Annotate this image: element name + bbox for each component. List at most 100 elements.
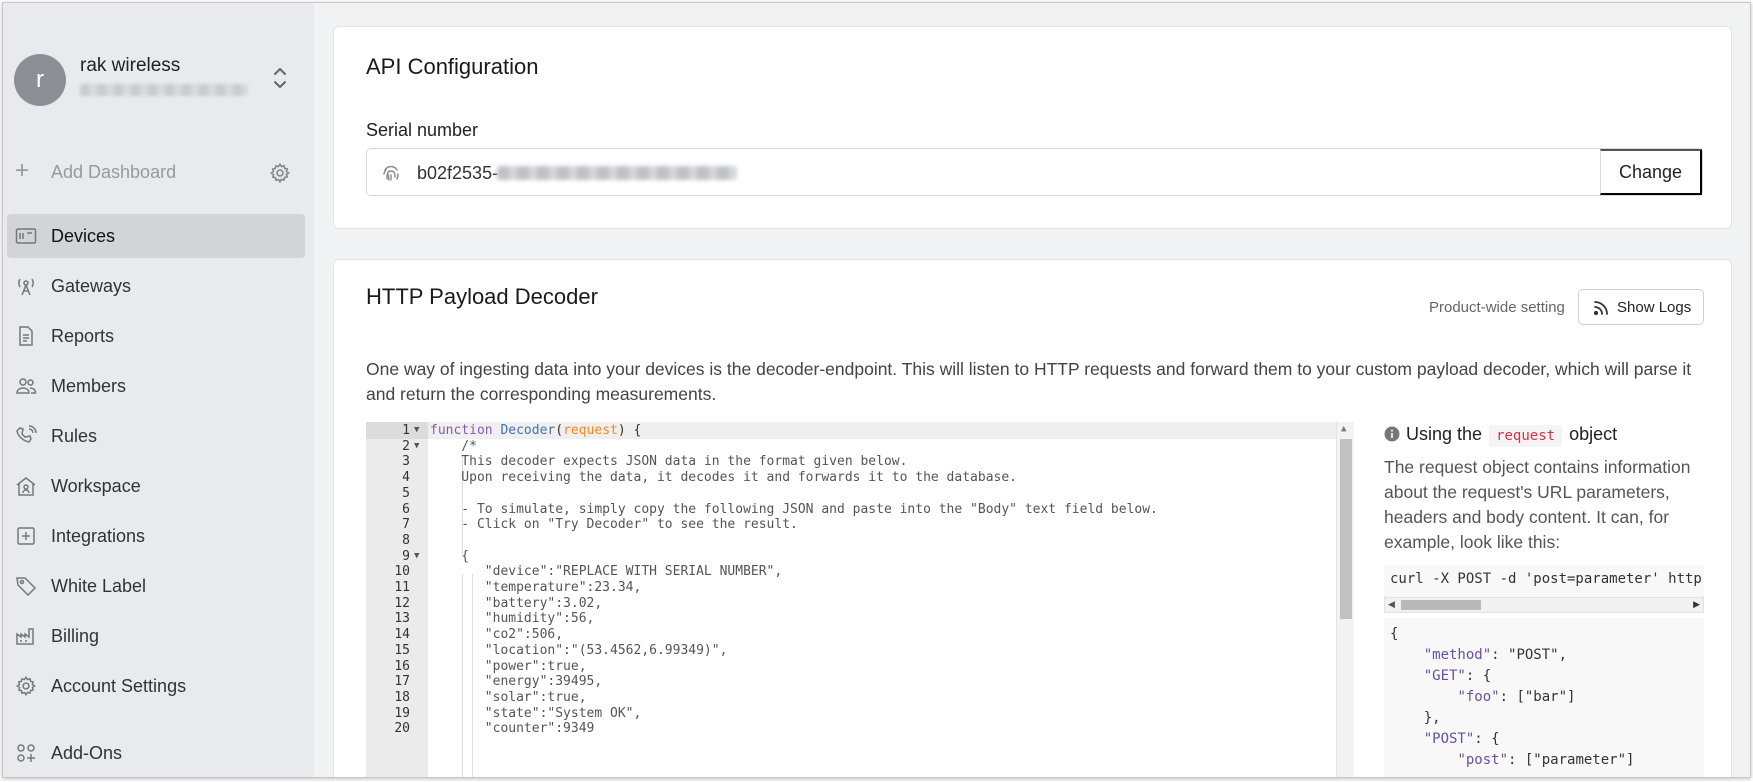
code-text: "device":"REPLACE WITH SERIAL NUMBER", — [430, 564, 783, 579]
info-title-pre: Using the — [1406, 424, 1483, 444]
sidebar-item-label: Rules — [51, 426, 98, 446]
serial-number-field: b02f2535- Change — [366, 148, 1703, 196]
line-number: 11 — [394, 580, 410, 595]
code-line: 5 — [366, 485, 1336, 502]
line-number: 10 — [394, 564, 410, 579]
json-key: "post" — [1457, 752, 1509, 768]
info-text: The request object contains information … — [1384, 457, 1691, 552]
json-line: }, — [1390, 710, 1441, 726]
code-text: "solar":true, — [430, 690, 587, 705]
serial-number-value[interactable]: b02f2535- — [417, 163, 498, 184]
sidebar-item-integrations[interactable]: Integrations — [7, 514, 305, 558]
editor-vertical-scrollbar[interactable]: ▲ — [1336, 422, 1354, 777]
scroll-up-icon[interactable]: ▲ — [1341, 424, 1346, 434]
billing-icon — [16, 628, 34, 645]
change-button[interactable]: Change — [1600, 149, 1702, 195]
code-text: "temperature":23.34, — [430, 580, 642, 595]
sidebar-item-label: White Label — [51, 576, 147, 596]
sidebar-item-label: Gateways — [51, 276, 132, 296]
gear-icon[interactable] — [269, 162, 291, 184]
code-text: This decoder expects JSON data in the fo… — [430, 454, 908, 469]
sidebar-item-account-settings[interactable]: Account Settings — [7, 664, 305, 708]
http-payload-decoder-card: HTTP Payload Decoder Product-wide settin… — [333, 259, 1732, 777]
info-icon — [1384, 426, 1400, 442]
add-ons-icon — [17, 744, 35, 762]
add-dashboard-label: Add Dashboard — [51, 162, 177, 182]
code-line: 8 — [366, 532, 1336, 549]
workspace-icon — [16, 477, 36, 496]
gateway-icon — [18, 278, 34, 296]
sidebar-item-label: Reports — [51, 326, 115, 346]
json-line: { — [1390, 626, 1399, 642]
sidebar-item-label: Members — [51, 376, 127, 396]
report-icon — [19, 326, 33, 346]
line-number: 8 — [402, 533, 410, 548]
info-title-post: object — [1569, 424, 1618, 444]
sidebar-item-rules[interactable]: Rules — [7, 414, 305, 458]
code-text: function Decoder(request) { — [430, 423, 642, 438]
line-number: 1 — [402, 423, 410, 438]
sidebar-item-gateways[interactable]: Gateways — [7, 264, 305, 308]
sidebar-item-label: Devices — [51, 226, 116, 246]
avatar: r — [14, 54, 66, 106]
json-key: "foo" — [1457, 689, 1500, 705]
sidebar-item-billing[interactable]: Billing — [7, 614, 305, 658]
code-line: 13 "humidity":56, — [366, 610, 1336, 627]
code-line: 20 "counter":9349 — [366, 720, 1336, 737]
scroll-right-icon[interactable]: ▶ — [1693, 599, 1700, 610]
plus-icon: + — [15, 157, 30, 184]
code-line: 14 "co2":506, — [366, 626, 1336, 643]
json-line: "foo": ["bar"] — [1457, 689, 1576, 705]
code-text: "location":"(53.4562,6.99349)", — [430, 643, 728, 658]
curl-example: curl -X POST -d 'post=parameter' http — [1384, 565, 1704, 597]
code-line: 15 "location":"(53.4562,6.99349)", — [366, 642, 1336, 659]
curl-horizontal-scrollbar[interactable]: ◀ ▶ — [1384, 597, 1704, 613]
code-text: "counter":9349 — [430, 721, 595, 736]
sidebar-item-workspace[interactable]: Workspace — [7, 464, 305, 508]
code-text: - Click on "Try Decoder" to see the resu… — [430, 517, 798, 532]
card-title: API Configuration — [366, 54, 539, 79]
api-configuration-card: API Configuration Serial number b02f2535… — [333, 26, 1732, 229]
sidebar-item-devices[interactable]: Devices — [7, 214, 305, 258]
code-line: 18 "solar":true, — [366, 689, 1336, 706]
code-text: Upon receiving the data, it decodes it a… — [430, 470, 1017, 485]
code-line: 11 "temperature":23.34, — [366, 579, 1336, 596]
line-number: 17 — [394, 674, 410, 689]
sidebar-nav: Devices Gateways Reports Members Rules W… — [7, 214, 305, 714]
rules-icon — [16, 425, 37, 443]
serial-number-label: Serial number — [366, 120, 479, 140]
fingerprint-icon — [383, 165, 399, 181]
code-line: 3 This decoder expects JSON data in the … — [366, 453, 1336, 470]
info-title: Using the request object — [1384, 424, 1617, 450]
code-text: "co2":506, — [430, 627, 564, 642]
json-line: "post": ["parameter"] — [1457, 752, 1635, 768]
account-name: rak wireless — [80, 55, 181, 76]
code-text: "energy":39495, — [430, 674, 603, 689]
code-text: "humidity":56, — [430, 611, 595, 626]
sidebar-item-add-ons[interactable]: Add-Ons — [7, 731, 305, 775]
show-logs-button[interactable]: Show Logs — [1578, 289, 1704, 325]
integrations-icon — [17, 527, 35, 545]
scrollbar-thumb[interactable] — [1340, 439, 1352, 619]
sidebar-item-reports[interactable]: Reports — [7, 314, 305, 358]
gear-icon — [15, 675, 36, 697]
line-number: 7 — [402, 517, 410, 532]
sidebar-item-white-label[interactable]: White Label — [7, 564, 305, 608]
code-editor[interactable]: 1 ▼ function Decoder(request) {2 ▼ /* 3 This… — [366, 422, 1354, 777]
json-line: "method": "POST", — [1423, 647, 1568, 663]
account-switcher[interactable]: r rak wireless — [14, 53, 304, 107]
account-subtitle-redacted — [80, 84, 248, 96]
chevron-up-down-icon[interactable] — [272, 65, 288, 91]
serial-number-redacted — [497, 166, 737, 180]
fold-toggle-icon[interactable]: ▼ — [414, 422, 419, 439]
sidebar-item-members[interactable]: Members — [7, 364, 305, 408]
code-line: 17 "energy":39495, — [366, 673, 1336, 690]
add-dashboard-row[interactable]: + Add Dashboard — [15, 158, 295, 188]
line-number: 13 — [394, 611, 410, 626]
product-wide-setting-label: Product-wide setting — [1429, 299, 1565, 316]
scroll-left-icon[interactable]: ◀ — [1388, 599, 1395, 610]
line-number: 14 — [394, 627, 410, 642]
app-window: r rak wireless + Add Dashboard Devices G… — [2, 2, 1751, 778]
scrollbar-thumb[interactable] — [1401, 600, 1481, 610]
line-number: 20 — [394, 721, 410, 736]
